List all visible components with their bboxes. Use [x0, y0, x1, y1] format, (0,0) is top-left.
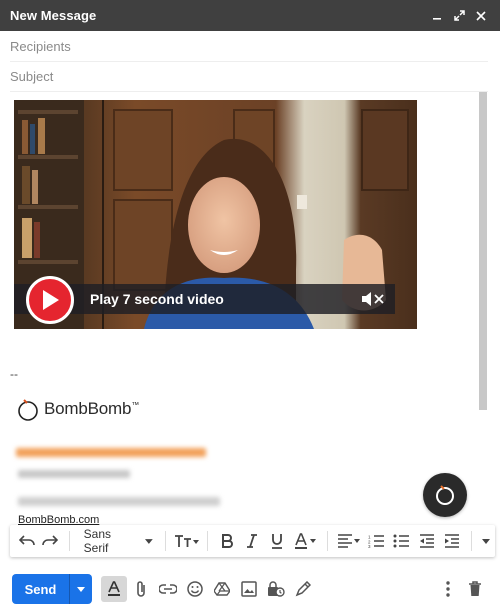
- formatting-toolbar: Sans Serif 123: [10, 525, 495, 557]
- play-button[interactable]: [26, 276, 74, 324]
- numbered-list-icon[interactable]: 123: [363, 529, 388, 553]
- redacted-contact: [18, 497, 220, 506]
- svg-text:3: 3: [368, 544, 371, 548]
- bombbomb-record-button[interactable]: [423, 473, 467, 517]
- toolbar-divider: [470, 531, 472, 551]
- recipients-input[interactable]: [10, 39, 488, 54]
- body-scrollbar[interactable]: [479, 92, 487, 410]
- play-icon: [43, 290, 59, 310]
- attach-icon[interactable]: [128, 576, 154, 602]
- bomb-logo-icon: [18, 399, 38, 421]
- more-options-icon[interactable]: [435, 576, 461, 602]
- subject-input[interactable]: [10, 69, 488, 84]
- underline-icon[interactable]: [265, 529, 290, 553]
- recipients-row: [10, 32, 488, 62]
- undo-icon[interactable]: [16, 529, 37, 553]
- expand-icon[interactable]: [450, 7, 468, 25]
- text-color-icon[interactable]: [290, 529, 321, 553]
- bombbomb-logo: BombBomb™: [17, 396, 139, 422]
- subject-row: [10, 62, 488, 92]
- drive-icon[interactable]: [209, 576, 235, 602]
- link-icon[interactable]: [155, 576, 181, 602]
- compose-actions-bar: Send: [0, 566, 500, 612]
- redo-icon[interactable]: [37, 529, 62, 553]
- send-button[interactable]: Send: [12, 574, 70, 604]
- confidential-icon[interactable]: [263, 576, 289, 602]
- toolbar-divider: [68, 531, 70, 551]
- mute-icon[interactable]: [361, 290, 385, 308]
- signature-icon[interactable]: [290, 576, 316, 602]
- more-formatting-icon[interactable]: [478, 529, 496, 553]
- chevron-down-icon: [77, 586, 85, 592]
- toolbar-divider: [165, 531, 167, 551]
- formatting-options-icon[interactable]: [101, 576, 127, 602]
- play-video-label: Play 7 second video: [90, 291, 224, 307]
- font-size-icon[interactable]: [172, 529, 201, 553]
- font-family-label: Sans Serif: [83, 527, 112, 555]
- bomb-icon: [436, 485, 454, 505]
- scrollbar-thumb[interactable]: [479, 92, 487, 410]
- align-icon[interactable]: [334, 529, 363, 553]
- bombbomb-wordmark: BombBomb™: [44, 399, 140, 418]
- bold-icon[interactable]: [214, 529, 239, 553]
- bulleted-list-icon[interactable]: [389, 529, 414, 553]
- window-title: New Message: [10, 8, 97, 23]
- discard-icon[interactable]: [462, 576, 488, 602]
- toolbar-divider: [207, 531, 209, 551]
- close-icon[interactable]: [472, 7, 490, 25]
- emoji-icon[interactable]: [182, 576, 208, 602]
- indent-less-icon[interactable]: [414, 529, 439, 553]
- compose-titlebar: New Message: [0, 0, 500, 31]
- redacted-name: [16, 448, 206, 457]
- toolbar-divider: [327, 531, 329, 551]
- chevron-down-icon: [145, 538, 154, 544]
- send-options-dropdown[interactable]: [70, 574, 92, 604]
- redacted-title: [18, 470, 130, 478]
- photo-icon[interactable]: [236, 576, 262, 602]
- signature-separator: --: [10, 367, 18, 381]
- italic-icon[interactable]: [240, 529, 265, 553]
- minimize-icon[interactable]: [428, 7, 446, 25]
- indent-more-icon[interactable]: [439, 529, 464, 553]
- font-family-select[interactable]: Sans Serif: [83, 527, 154, 555]
- send-button-group: Send: [12, 574, 92, 604]
